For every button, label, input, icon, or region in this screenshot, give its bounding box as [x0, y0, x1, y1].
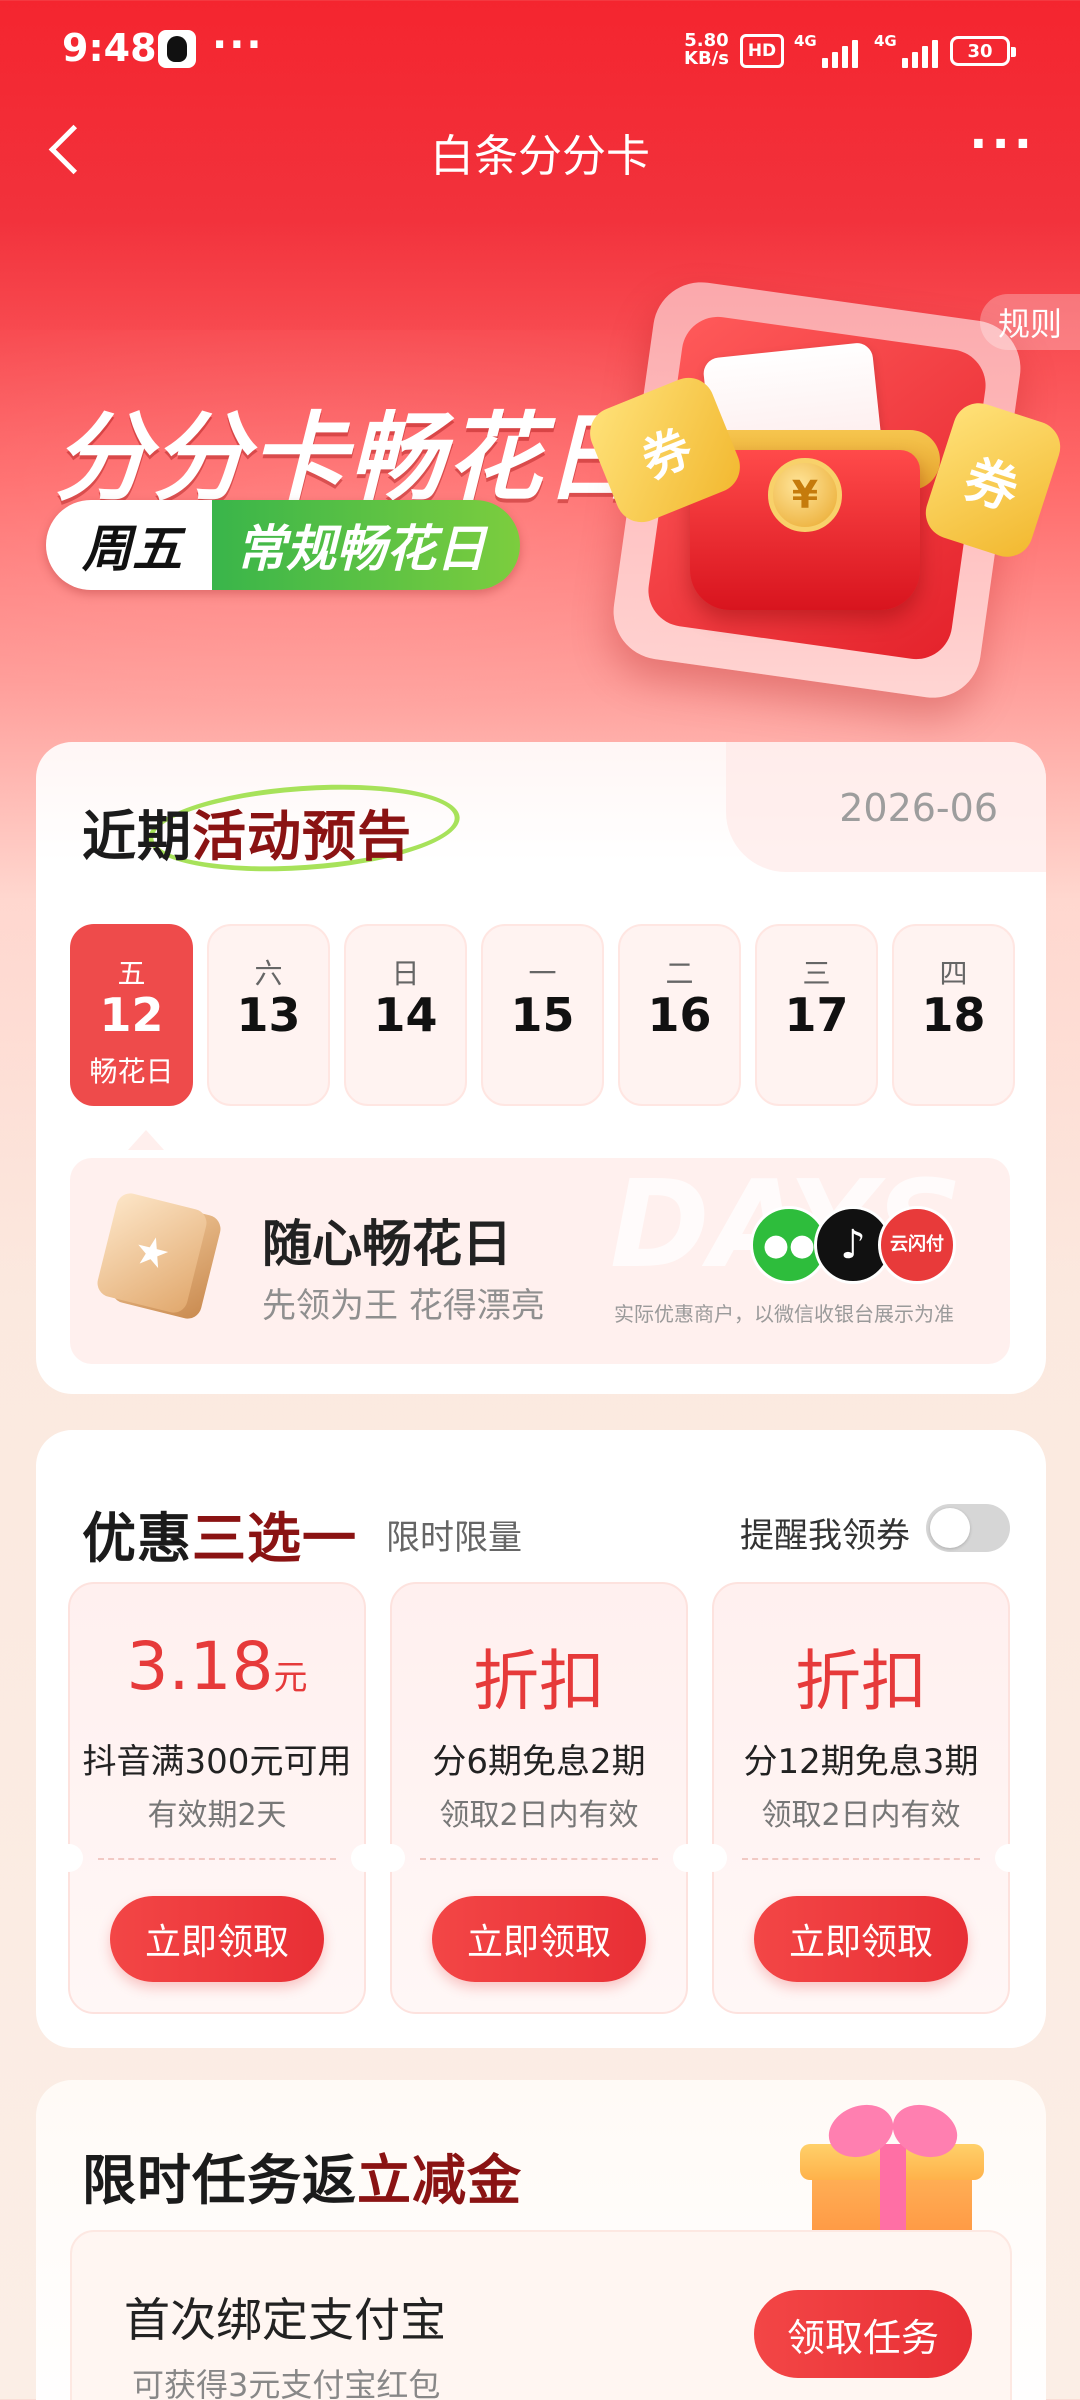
page-title: 白条分分卡 [430, 131, 650, 182]
date-item[interactable]: 二 16 [618, 924, 741, 1106]
net-speed: 5.80 KB/s [684, 32, 729, 68]
coupon-validity: 有效期2天 [147, 1798, 287, 1833]
coupon-validity: 领取2日内有效 [761, 1798, 961, 1833]
coupon-amount: 3.18元 [70, 1628, 364, 1705]
coin-icon: ¥ [768, 458, 842, 532]
hd-icon: HD [740, 34, 784, 68]
coupon-validity: 领取2日内有效 [439, 1798, 639, 1833]
claim-coupon-button[interactable]: 立即领取 [754, 1896, 968, 1982]
coupons-title-part2: 三选一 [192, 1507, 357, 1570]
coupon-card: 3.18元 抖音满300元可用 有效期2天 立即领取 [55, 1582, 379, 2014]
date-strip: 五 12 畅花日 六 13 日 14 一 15 二 16 三 17 四 18 [70, 924, 1015, 1106]
task-subtitle: 可获得3元支付宝红包 [132, 2366, 441, 2400]
date-item[interactable]: 一 15 [481, 924, 604, 1106]
date-item[interactable]: 六 13 [207, 924, 330, 1106]
date-item[interactable]: 四 18 [892, 924, 1015, 1106]
date-weekday: 五 [117, 957, 146, 990]
remind-label: 提醒我领券 [740, 1516, 910, 1556]
coupons-title: 优惠三选一 [82, 1494, 357, 1573]
coupon-amount-unit: 元 [273, 1658, 308, 1698]
date-item[interactable]: 三 17 [755, 924, 878, 1106]
coupons-title-part1: 优惠 [82, 1507, 192, 1570]
schedule-month: 2026-06 [839, 786, 998, 830]
coupon-amount: 折扣 [392, 1628, 686, 1724]
net-speed-unit: KB/s [684, 48, 729, 69]
hero-title: 分分卡畅花日 [54, 402, 642, 514]
date-number: 17 [784, 988, 849, 1042]
task-title-part2: 立减金 [357, 2149, 522, 2212]
date-weekday: 三 [802, 957, 831, 990]
date-weekday: 四 [939, 957, 968, 990]
promo-title: 随心畅花日 [262, 1215, 512, 1273]
qq-icon [158, 30, 196, 68]
hero-pill-label: 常规畅花日 [212, 500, 520, 590]
red-envelope-illustration: ¥ 券 券 [582, 276, 1067, 720]
promo-note: 实际优惠商户，以微信收银台展示为准 [614, 1302, 954, 1326]
coupon-card: 折扣 分12期免息3期 领取2日内有效 立即领取 [699, 1582, 1023, 2014]
date-number: 18 [921, 988, 986, 1042]
date-weekday: 六 [254, 957, 283, 990]
promo-banner[interactable]: DAYS ★ 随心畅花日 先领为王 花得漂亮 ●● ♪ 云闪付 实际优惠商户，以… [70, 1158, 1010, 1364]
status-more-icon: ··· [212, 22, 264, 68]
limit-text: 限时限量 [386, 1518, 522, 1558]
coupon-description: 分6期免息2期 [432, 1742, 646, 1782]
coupon-divider [742, 1858, 980, 1860]
coupon-list: 3.18元 抖音满300元可用 有效期2天 立即领取 折扣 分6期免息2期 领取… [55, 1582, 1023, 2014]
coupon-description: 分12期免息3期 [743, 1742, 979, 1782]
coupon-amount-value: 折扣 [795, 1643, 927, 1720]
date-pointer [128, 1130, 164, 1150]
date-number: 16 [647, 988, 712, 1042]
date-item[interactable]: 五 12 畅花日 [70, 924, 193, 1106]
coupon-divider [420, 1858, 658, 1860]
task-section-title: 限时任务返立减金 [82, 2136, 522, 2215]
schedule-title-part2: 活动预告 [192, 805, 412, 868]
ticket-icon: ★ [94, 1190, 224, 1322]
task-title-part1: 限时任务返 [82, 2149, 357, 2212]
activity-schedule-card: 近期活动预告 2026-06 五 12 畅花日 六 13 日 14 一 15 二… [36, 742, 1046, 1394]
status-time: 9:48 [62, 26, 157, 70]
battery-icon: 30 [950, 36, 1016, 66]
remind-toggle[interactable] [926, 1504, 1010, 1552]
coupon-divider [98, 1858, 336, 1860]
coupon-amount-value: 折扣 [473, 1643, 605, 1720]
promo-subtitle: 先领为王 花得漂亮 [262, 1286, 545, 1326]
signal-label-2: 4G [874, 32, 897, 50]
claim-coupon-button[interactable]: 立即领取 [432, 1896, 646, 1982]
payment-icons: ●● ♪ 云闪付 [750, 1206, 956, 1284]
task-item: 首次绑定支付宝 可获得3元支付宝红包 领取任务 [70, 2230, 1012, 2400]
nav-bar: 白条分分卡 ··· [0, 100, 1080, 200]
date-weekday: 二 [665, 957, 694, 990]
schedule-title: 近期活动预告 [82, 792, 412, 871]
coupon-amount: 折扣 [714, 1628, 1008, 1724]
task-title: 首次绑定支付宝 [124, 2293, 446, 2347]
date-number: 14 [373, 988, 438, 1042]
status-bar: 9:48 ··· 5.80 KB/s HD 4G 4G 30 [0, 0, 1080, 100]
claim-task-button[interactable]: 领取任务 [754, 2290, 972, 2378]
hero-pill-day: 周五 [46, 500, 212, 590]
coupon-description: 抖音满300元可用 [82, 1742, 352, 1782]
unionpay-quickpass-icon: 云闪付 [878, 1206, 956, 1284]
task-card: 限时任务返立减金 首次绑定支付宝 可获得3元支付宝红包 领取任务 [36, 2080, 1046, 2400]
coupon-amount-value: 3.18 [126, 1628, 274, 1705]
date-weekday: 一 [528, 957, 557, 990]
signal-label-1: 4G [794, 32, 817, 50]
coupon-choice-card: 优惠三选一 限时限量 提醒我领券 3.18元 抖音满300元可用 有效期2天 立… [36, 1430, 1046, 2048]
more-options-icon[interactable]: ··· [969, 116, 1036, 172]
date-item[interactable]: 日 14 [344, 924, 467, 1106]
hero-day-pill: 周五 常规畅花日 [46, 500, 520, 590]
claim-coupon-button[interactable]: 立即领取 [110, 1896, 324, 1982]
date-number: 12 [99, 988, 164, 1042]
date-number: 15 [510, 988, 575, 1042]
date-number: 13 [236, 988, 301, 1042]
date-weekday: 日 [391, 957, 420, 990]
signal-icon-2: 4G [874, 32, 938, 68]
schedule-title-part1: 近期 [82, 805, 192, 868]
coupon-card: 折扣 分6期免息2期 领取2日内有效 立即领取 [377, 1582, 701, 2014]
signal-icon-1: 4G [794, 32, 858, 68]
date-tag: 畅花日 [89, 1055, 174, 1088]
